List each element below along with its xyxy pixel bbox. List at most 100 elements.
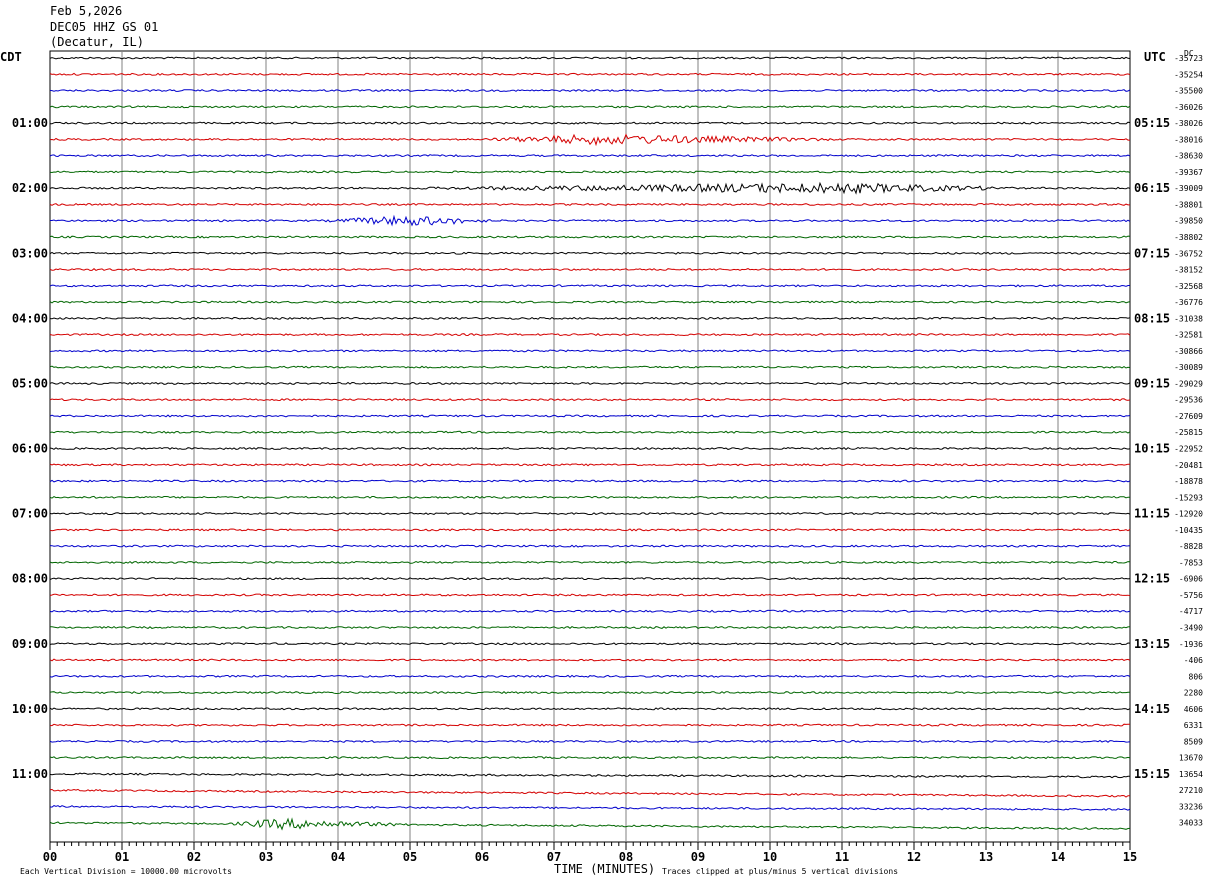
right-hour-label: 15:15	[1134, 767, 1170, 781]
trace-row	[49, 446, 1131, 451]
trace-row	[49, 133, 1130, 147]
trace-row	[49, 381, 1131, 385]
row-offset-label: -406	[1184, 656, 1203, 665]
trace-row	[49, 658, 1131, 662]
helicorder-plot: 00 01 02 03 04 05 06 07 08 09 10 11 12 13 14 15-35723-3…	[12, 50, 1204, 864]
trace-row	[49, 528, 1131, 532]
row-offset-label: -38026	[1174, 119, 1203, 128]
row-offset-label: -36776	[1174, 298, 1203, 307]
trace-row	[49, 463, 1131, 467]
trace-row	[49, 495, 1131, 499]
row-offset-label: -8828	[1179, 542, 1203, 551]
row-offset-label: -15293	[1174, 493, 1203, 502]
row-offset-label: -35500	[1174, 87, 1203, 96]
left-hour-label: 08:00	[12, 572, 48, 586]
right-hour-label: 06:15	[1134, 181, 1170, 195]
row-offset-label: -30089	[1174, 363, 1203, 372]
trace-row	[49, 625, 1131, 630]
row-offset-label: -31038	[1174, 314, 1203, 323]
trace-row	[49, 121, 1131, 125]
row-offset-label: -3490	[1179, 623, 1203, 632]
trace-row	[49, 544, 1131, 548]
row-offset-label: -29536	[1174, 396, 1203, 405]
x-axis-label: TIME (MINUTES)	[554, 862, 656, 876]
trace-row	[49, 430, 1131, 434]
trace-row	[49, 56, 1131, 60]
row-offset-label: 2280	[1184, 689, 1203, 698]
row-offset-label: 6331	[1184, 721, 1203, 730]
x-tick-label: 12	[907, 850, 921, 864]
x-tick-label: 10	[763, 850, 777, 864]
trace-row	[49, 300, 1131, 304]
right-hour-label: 07:15	[1134, 246, 1170, 260]
row-offset-label: 13654	[1179, 770, 1203, 779]
right-hour-label: 11:15	[1134, 507, 1170, 521]
right-hour-label: 12:15	[1134, 572, 1170, 586]
row-offset-label: -35254	[1174, 70, 1203, 79]
x-tick-label: 11	[835, 850, 849, 864]
row-offset-label: -4717	[1179, 607, 1203, 616]
row-offset-label: -22952	[1174, 445, 1203, 454]
trace-row	[49, 316, 1131, 320]
row-offset-label: -7853	[1179, 558, 1203, 567]
trace-row	[49, 691, 1130, 695]
row-offset-label: -27609	[1174, 412, 1203, 421]
trace-row	[49, 560, 1131, 564]
row-offset-label: 13670	[1179, 754, 1203, 763]
trace-row	[49, 674, 1131, 678]
trace-row	[49, 577, 1131, 581]
trace-row	[49, 739, 1131, 743]
x-tick-label: 06	[475, 850, 489, 864]
right-hour-label: 08:15	[1134, 311, 1170, 325]
row-offset-label: -35723	[1174, 54, 1203, 63]
trace-row	[49, 723, 1130, 727]
row-offset-label: -32581	[1174, 331, 1203, 340]
row-offset-label: -36752	[1174, 249, 1203, 258]
trace-row	[49, 414, 1131, 418]
row-offset-label: -1936	[1179, 640, 1203, 649]
row-offset-label: -29029	[1174, 379, 1203, 388]
row-offset-label: -20481	[1174, 461, 1203, 470]
trace-row	[49, 512, 1131, 516]
trace-row	[49, 267, 1131, 272]
x-tick-label: 01	[115, 850, 129, 864]
x-tick-label: 03	[259, 850, 273, 864]
row-offset-label: 8509	[1184, 737, 1203, 746]
row-offset-label: -38802	[1174, 233, 1203, 242]
row-offset-label: 34033	[1179, 819, 1203, 828]
row-offset-label: 806	[1189, 672, 1204, 681]
x-tick-label: 14	[1051, 850, 1065, 864]
trace-row	[49, 105, 1131, 109]
left-hour-label: 03:00	[12, 246, 48, 260]
row-offset-label: 33236	[1179, 802, 1203, 811]
left-hour-label: 07:00	[12, 507, 48, 521]
trace-row	[49, 181, 1131, 195]
trace-row	[49, 788, 1131, 798]
row-offset-label: -32568	[1174, 282, 1203, 291]
x-tick-label: 04	[331, 850, 345, 864]
right-hour-label: 14:15	[1134, 702, 1170, 716]
trace-row	[49, 756, 1131, 760]
x-tick-label: 05	[403, 850, 417, 864]
trace-row	[49, 251, 1131, 255]
row-offset-label: -5756	[1179, 591, 1203, 600]
right-hour-label: 10:15	[1134, 442, 1170, 456]
left-hour-label: 09:00	[12, 637, 48, 651]
right-hour-label: 09:15	[1134, 376, 1170, 390]
trace-row	[49, 349, 1131, 353]
row-offset-label: 4606	[1184, 705, 1203, 714]
trace-row	[49, 772, 1130, 779]
trace-row	[49, 89, 1131, 93]
trace-row	[49, 202, 1130, 206]
row-offset-label: -38801	[1174, 200, 1203, 209]
x-tick-label: 13	[979, 850, 993, 864]
trace-row	[49, 609, 1131, 613]
row-offset-label: -38630	[1174, 152, 1203, 161]
row-offset-label: -25815	[1174, 428, 1203, 437]
left-hour-label: 02:00	[12, 181, 48, 195]
left-hour-label: 11:00	[12, 767, 48, 781]
trace-row	[49, 398, 1131, 402]
row-offset-label: -38152	[1174, 266, 1203, 275]
row-offset-label: -39367	[1174, 168, 1203, 177]
row-offset-label: -18878	[1174, 477, 1203, 486]
